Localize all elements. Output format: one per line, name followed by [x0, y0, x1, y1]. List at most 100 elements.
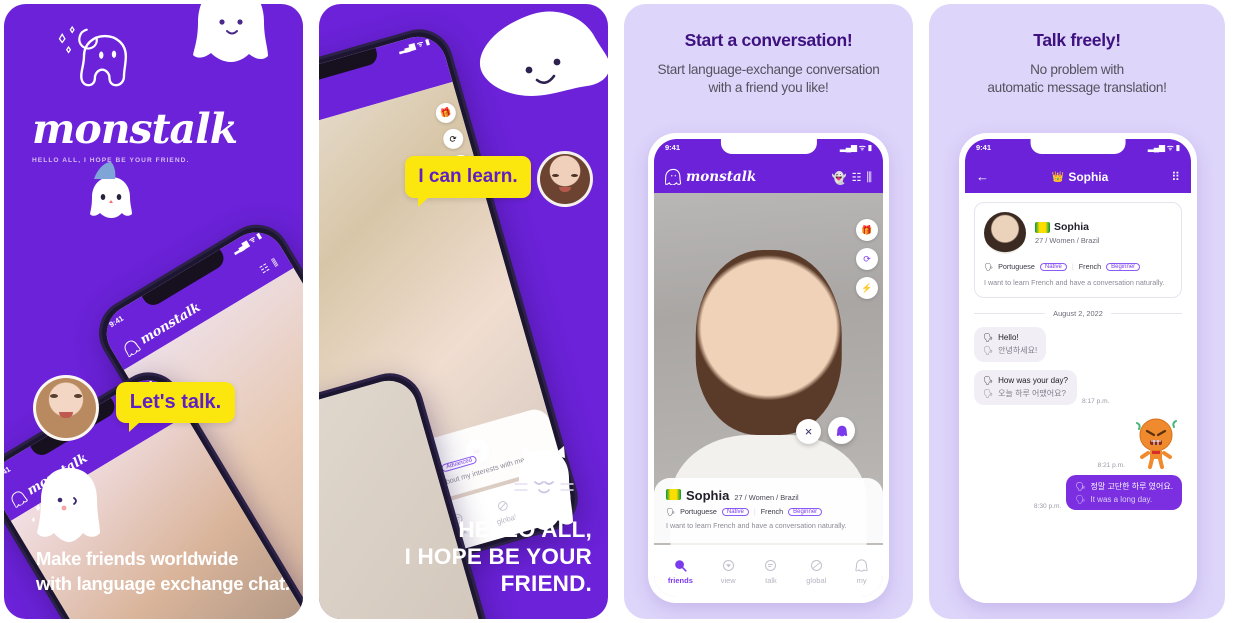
sticker-timestamp: 8:21 p.m.: [1097, 461, 1126, 469]
tab-my[interactable]: my: [540, 485, 559, 513]
tab-global[interactable]: global: [806, 558, 826, 585]
date-separator-label: August 2, 2022: [1053, 308, 1103, 318]
tab-label: friends: [667, 575, 693, 585]
status-time: 9:41: [976, 143, 992, 152]
cards-icon[interactable]: ☷: [852, 171, 862, 184]
ghost-icon[interactable]: 👻: [832, 171, 847, 185]
app-header-icons[interactable]: ☷⫼: [258, 257, 280, 276]
phone-mockup: 9:41 ▂▄▆ ᯤ ▮ monstalk 👻 ☷ ⫼ 🎁 ⟳ ⚡ × Soph…: [648, 133, 889, 603]
chat-profile-bio: I want to learn French and have a conver…: [984, 278, 1165, 287]
subtitle-line-1: Start language-exchange conversation: [657, 62, 880, 77]
message-primary: 🗣 Hello!: [983, 332, 1019, 342]
talk-icon: [765, 559, 777, 571]
ghost-icon: [11, 491, 28, 508]
panel2-headline: HELLO ALL, I HOPE BE YOUR FRIEND.: [319, 516, 592, 597]
store-screenshot-1: monstalk HELLO ALL, I HOPE BE YOUR FRIEN…: [4, 4, 303, 619]
app-header-brand-text: monstalk: [686, 168, 757, 185]
chat-profile-card[interactable]: Sophia 27 / Women / Brazil 🗣 Portuguese …: [974, 202, 1182, 298]
chat-profile-name: Sophia: [1054, 221, 1090, 233]
friends-icon: [675, 559, 687, 572]
headline-line-2: I HOPE BE YOUR FRIEND.: [404, 544, 592, 596]
language-name-1: Portuguese: [680, 507, 717, 517]
my-ghost-icon: [542, 487, 555, 499]
brazil-flag-icon: [1035, 221, 1050, 233]
tab-label: my: [545, 500, 558, 512]
view-icon: [722, 559, 734, 571]
brand-wordmark: monstalk: [32, 105, 238, 153]
ghost-blob-icon: [479, 11, 608, 96]
language-level-badge-2: Beginner: [1106, 262, 1141, 271]
speech-icon: 🗣: [984, 262, 994, 271]
refresh-icon-button[interactable]: ⟳: [856, 248, 878, 270]
phone-notch: [720, 139, 817, 154]
subtitle-line-1: No problem with: [1030, 62, 1124, 77]
tab-view[interactable]: view: [721, 558, 736, 585]
message-row: 8:30 p.m. 🗣 정말 고단한 하루 였어요. 🗣 It was a lo…: [974, 474, 1182, 510]
profile-card[interactable]: Sophia 27 / Women / Brazil 🗣 Portuguese …: [654, 478, 883, 543]
subtitle-line-2: automatic message translation!: [987, 80, 1167, 96]
grid-menu-icon[interactable]: ⠿: [1171, 170, 1180, 184]
panel3-title: Start a conversation!: [684, 30, 853, 50]
panel1-headline: Make friends worldwide with language exc…: [36, 546, 290, 597]
message-timestamp: 8:30 p.m.: [1033, 502, 1062, 510]
like-ghost-button[interactable]: [828, 417, 855, 444]
ghost-decoration-icon: [193, 4, 268, 62]
brand-tagline: HELLO ALL, I HOPE BE YOUR FRIEND.: [32, 157, 190, 164]
language-name-1: Portuguese: [998, 262, 1035, 271]
message-row: 🗣 Hello! 🗣 안녕하세요!: [974, 326, 1182, 362]
chat-partner-name: Sophia: [1068, 170, 1109, 184]
profile-bio: I want to learn French and have a conver…: [666, 521, 847, 531]
message-primary: 🗣 How was your day?: [983, 375, 1068, 385]
headline-line-1: Make friends worldwide: [36, 547, 239, 569]
app-header-brand: monstalk: [665, 168, 756, 185]
brand-logo: monstalk HELLO ALL, I HOPE BE YOUR FRIEN…: [32, 25, 238, 164]
profile-meta: 27 / Women / Brazil: [734, 493, 799, 503]
tab-talk[interactable]: talk: [763, 558, 778, 585]
speech-bubble-i-can-learn: I can learn.: [405, 156, 531, 207]
message-bubble-outgoing: 🗣 정말 고단한 하루 였어요. 🗣 It was a long day.: [1066, 474, 1182, 510]
message-primary: 🗣 정말 고단한 하루 였어요.: [1075, 481, 1173, 491]
translate-icon: 🗣: [983, 332, 994, 342]
store-screenshot-2: 9:41▂▄▆ ᯤ ▮ ☷⫼ 🎁 ⟳ ⚡ × 👻 Ava: [319, 4, 608, 619]
back-arrow-icon[interactable]: ←: [976, 169, 989, 184]
language-level-badge-1: Native: [721, 507, 749, 516]
global-icon: [497, 500, 508, 511]
message-timestamp: 8:17 p.m.: [1081, 397, 1110, 405]
store-screenshot-4: Talk freely! No problem with automatic m…: [929, 4, 1225, 619]
chat-profile-meta: 27 / Women / Brazil: [1035, 236, 1100, 245]
message-translation: 🗣 오늘 하루 어땠어요?: [983, 388, 1066, 398]
gift-icon-button[interactable]: 🎁: [856, 219, 878, 241]
tab-label: talk: [765, 575, 777, 585]
chat-profile-top: Sophia 27 / Women / Brazil: [984, 212, 1172, 254]
chat-title: 👑 Sophia: [1052, 170, 1108, 184]
profile-name: Sophia: [686, 488, 730, 504]
filter-icon[interactable]: ⫼: [866, 170, 872, 185]
tab-friends[interactable]: friends: [668, 558, 693, 585]
language-name-2: French: [760, 507, 784, 517]
global-icon: [810, 559, 822, 571]
pass-button[interactable]: ×: [796, 419, 821, 444]
translate-icon: 🗣: [983, 345, 994, 355]
status-icons: ▂▄▆ ᯤ ▮: [840, 142, 872, 152]
ghost-like-icon: [836, 425, 847, 436]
profile-name-row: Sophia 27 / Women / Brazil: [666, 488, 871, 503]
language-name-2: French: [1078, 262, 1102, 271]
tab-my[interactable]: my: [854, 558, 869, 585]
tab-label: global: [806, 575, 827, 585]
panel3-header: Start a conversation! Start language-exc…: [624, 4, 913, 97]
avatar: [33, 375, 99, 441]
bottom-tab-bar[interactable]: friends view talk global: [654, 545, 883, 597]
translate-icon: 🗣: [983, 388, 994, 398]
chat-body: Sophia 27 / Women / Brazil 🗣 Portuguese …: [965, 193, 1191, 597]
chat-profile-languages: 🗣 Portuguese Native | French Beginner: [984, 262, 1172, 271]
phone-mockup: 9:41 ▂▄▆ ᯤ ▮ ← 👑 Sophia ⠿ Sophia 27 / Wo…: [959, 133, 1197, 603]
panel4-header: Talk freely! No problem with automatic m…: [929, 4, 1225, 97]
store-screenshot-3: Start a conversation! Start language-exc…: [624, 4, 913, 619]
status-time: 9:41: [665, 143, 681, 152]
boost-icon-button[interactable]: ⚡: [856, 277, 878, 299]
status-icons: ▂▄▆ ᯤ ▮: [1148, 142, 1180, 152]
date-separator: August 2, 2022: [974, 308, 1183, 318]
profile-languages: 🗣 Portuguese Native | French Beginner: [666, 507, 871, 516]
crown-icon: 👑: [1051, 171, 1065, 183]
app-header-icons[interactable]: 👻 ☷ ⫼: [832, 170, 872, 185]
